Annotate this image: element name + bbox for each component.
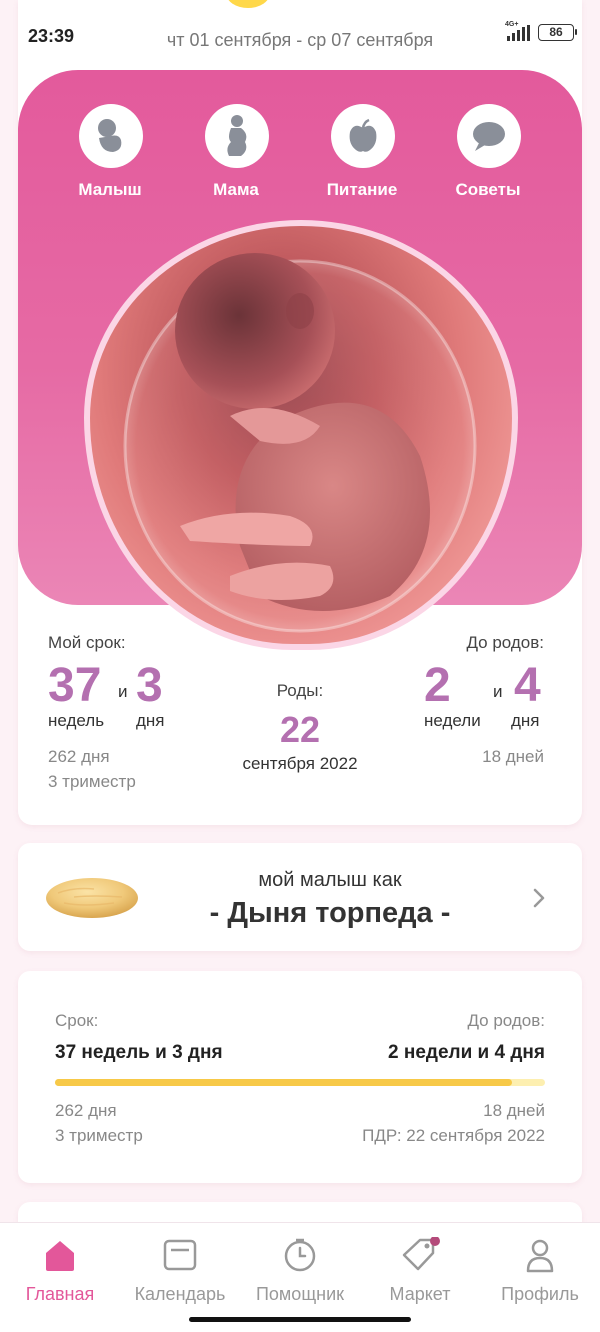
until-weeks-unit: недели <box>424 711 481 730</box>
fetus-illustration <box>123 253 477 633</box>
until-days: 4 <box>514 659 541 712</box>
profile-icon <box>526 1239 554 1273</box>
until-birth-label: До родов: <box>466 633 544 652</box>
progress-until-label: До родов: <box>467 1011 545 1030</box>
baby-category-label[interactable]: Малыш <box>50 180 170 200</box>
birth-month-year: сентября 2022 <box>242 754 358 773</box>
nav-market[interactable]: Маркет <box>360 1236 480 1305</box>
nav-assistant[interactable]: Помощник <box>240 1237 360 1305</box>
birth-label: Роды: <box>276 681 324 700</box>
nav-assistant-label: Помощник <box>255 1284 344 1304</box>
progress-fill <box>55 1079 513 1086</box>
term-total-days: 262 дня <box>48 747 110 766</box>
market-notification-dot <box>430 1236 440 1246</box>
progress-trimester: 3 триместр <box>55 1126 143 1145</box>
term-weeks: 37 <box>48 659 102 712</box>
tag-icon <box>402 1236 440 1271</box>
nav-profile[interactable]: Профиль <box>480 1237 600 1305</box>
birth-day: 22 <box>279 709 321 750</box>
chevron-right-icon <box>533 888 545 908</box>
progress-until-days: 18 дней <box>483 1101 545 1120</box>
until-total-days: 18 дней <box>482 747 544 766</box>
clock-icon <box>284 1238 316 1272</box>
progress-term-value: 37 недель и 3 дня <box>55 1042 223 1063</box>
signal-icon: 4G+ <box>505 21 530 41</box>
nav-home-label: Главная <box>25 1284 95 1304</box>
until-weeks: 2 <box>424 659 451 712</box>
baby-size-card[interactable]: мой малыш как - Дыня торпеда - <box>18 843 582 951</box>
nav-market-label: Маркет <box>389 1284 451 1304</box>
until-days-unit: дня <box>511 711 540 730</box>
term-and: и <box>118 682 128 701</box>
term-days-unit: дня <box>136 711 165 730</box>
progress-term-label: Срок: <box>55 1011 99 1030</box>
progress-total-days: 262 дня <box>55 1101 117 1120</box>
progress-card: Срок: До родов: 37 недель и 3 дня 2 неде… <box>18 971 582 1183</box>
tips-category-button[interactable] <box>457 104 521 168</box>
nav-calendar-label: Календарь <box>134 1284 226 1304</box>
fetus-image[interactable] <box>84 220 518 650</box>
mom-category-button[interactable] <box>205 104 269 168</box>
term-trimester: 3 триместр <box>48 772 136 791</box>
nutrition-category-button[interactable] <box>331 104 395 168</box>
my-term-label: Мой срок: <box>48 633 126 652</box>
battery-icon: 86 <box>538 24 577 41</box>
baby-icon <box>98 119 122 152</box>
mom-category-label[interactable]: Мама <box>176 180 296 200</box>
nav-calendar[interactable]: Календарь <box>120 1237 240 1305</box>
progress-due-date: ПДР: 22 сентября 2022 <box>362 1126 545 1145</box>
nav-profile-label: Профиль <box>501 1284 579 1304</box>
torpedo-melon-image <box>46 878 138 918</box>
progress-track <box>55 1079 545 1086</box>
size-fruit-name: - Дыня торпеда - <box>209 897 451 929</box>
home-indicator[interactable] <box>189 1317 411 1322</box>
home-icon <box>46 1241 74 1271</box>
pregnant-woman-icon <box>227 115 247 156</box>
network-label: 4G+ <box>505 20 519 28</box>
progress-until-value: 2 недели и 4 дня <box>388 1042 545 1063</box>
apple-icon <box>349 118 377 152</box>
bottom-navigation: Главная Календарь Помощник Маркет Профил… <box>0 1222 600 1332</box>
size-caption: мой малыш как <box>258 869 402 891</box>
until-and: и <box>493 682 503 701</box>
baby-category-button[interactable] <box>79 104 143 168</box>
nav-home[interactable]: Главная <box>0 1237 120 1305</box>
nutrition-category-label[interactable]: Питание <box>302 180 422 200</box>
calendar-icon <box>163 1239 197 1271</box>
chat-bubble-icon <box>473 122 505 151</box>
term-days: 3 <box>136 659 163 712</box>
status-icons: 4G+ 86 <box>505 21 577 41</box>
term-weeks-unit: недель <box>48 711 105 730</box>
tips-category-label[interactable]: Советы <box>428 180 548 200</box>
